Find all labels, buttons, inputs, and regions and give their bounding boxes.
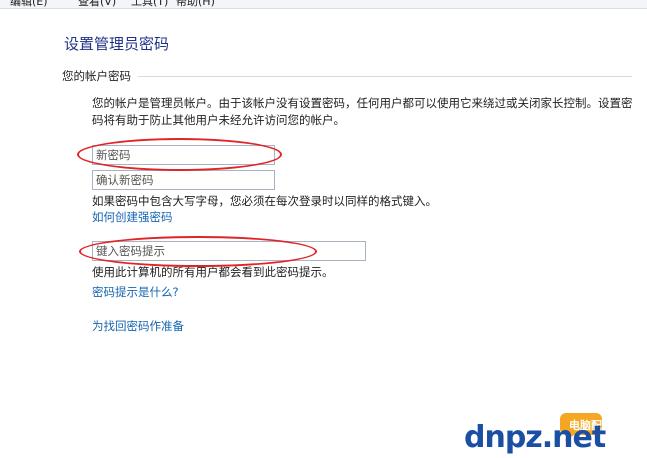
menu-view[interactable]: 查看(V) (78, 0, 116, 8)
password-hint-help-link[interactable]: 密码提示是什么? (92, 284, 179, 300)
new-password-field[interactable] (92, 145, 275, 165)
menu-bar: 编辑(E) 查看(V) 工具(T) 帮助(H) (0, 0, 647, 9)
logo-brand-text: dnpz.net (464, 420, 606, 455)
case-sensitivity-note: 如果密码中包含大写字母，您必须在每次登录时以同样的格式键入。 (92, 194, 437, 208)
dnpz-watermark-logo: 电脑配置网 dnpz.net (464, 413, 624, 455)
menu-edit[interactable]: 编辑(E) (10, 0, 48, 8)
section-divider (138, 76, 632, 77)
strong-password-link[interactable]: 如何创建强密码 (92, 209, 173, 225)
menu-tools[interactable]: 工具(T) (131, 0, 168, 8)
section-label: 您的帐户密码 (62, 69, 131, 83)
page-title: 设置管理员密码 (64, 35, 170, 53)
password-hint-field[interactable] (92, 241, 366, 261)
menu-help[interactable]: 帮助(H) (176, 0, 215, 8)
account-description: 您的帐户是管理员帐户。由于该帐户没有设置密码，任何用户都可以使用它来绕过或关闭家… (92, 96, 633, 127)
password-recovery-link[interactable]: 为找回密码作准备 (92, 318, 184, 334)
confirm-password-field[interactable] (92, 170, 275, 190)
hint-visibility-note: 使用此计算机的所有用户都会看到此密码提示。 (92, 265, 334, 279)
